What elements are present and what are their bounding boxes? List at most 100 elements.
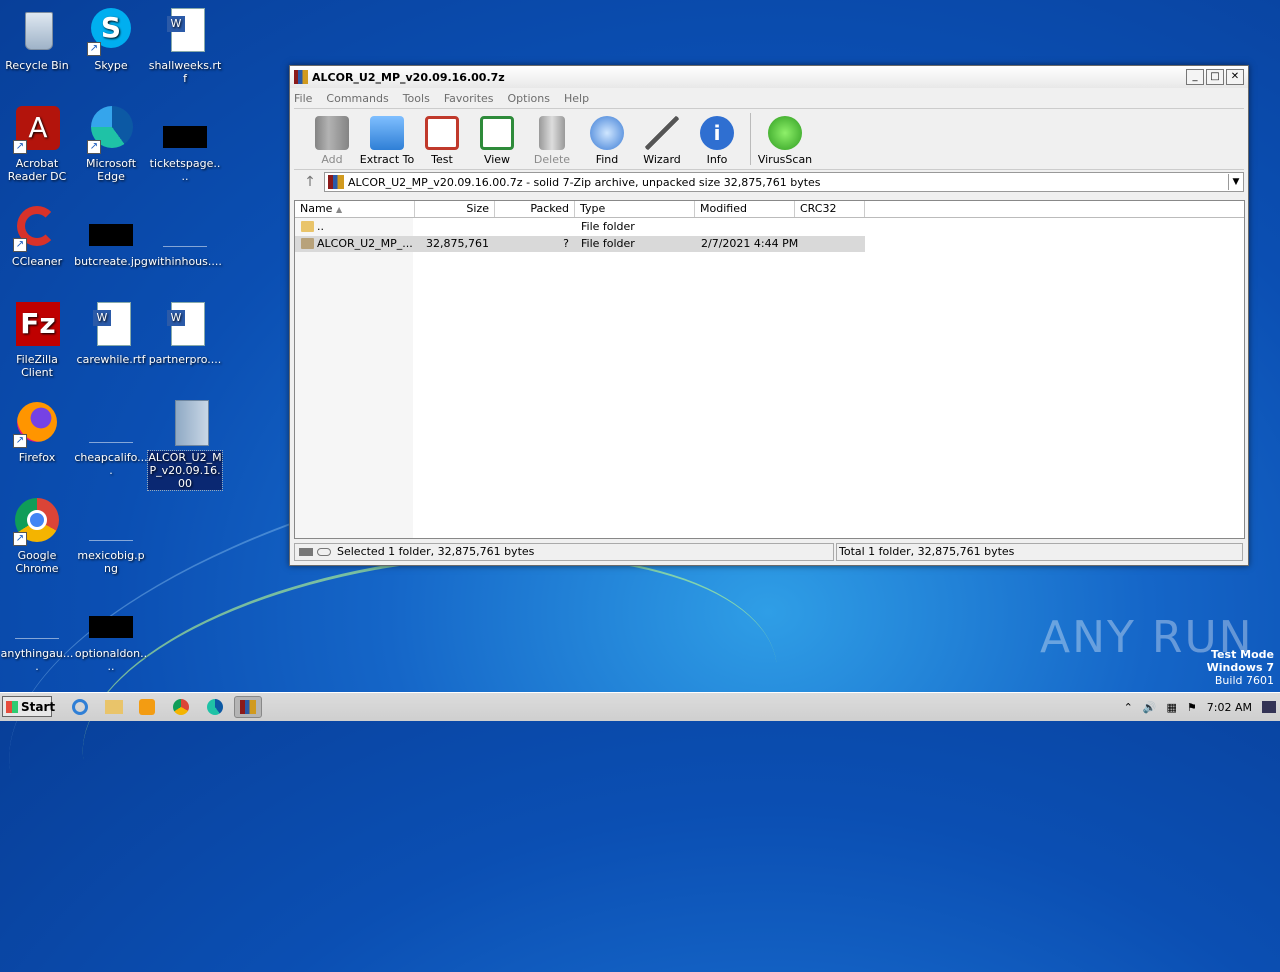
wizard-button[interactable]: Wizard bbox=[634, 116, 690, 169]
desktop-icon-ccleaner[interactable]: ↗ CCleaner bbox=[0, 204, 74, 268]
virusscan-icon bbox=[768, 116, 802, 150]
wizard-icon bbox=[645, 116, 679, 150]
drive-icon bbox=[299, 548, 313, 556]
desktop-icon-firefox[interactable]: ↗ Firefox bbox=[0, 400, 74, 464]
desktop-icon-carewhile[interactable]: W carewhile.rtf bbox=[74, 302, 148, 366]
winrar-icon bbox=[294, 70, 308, 84]
view-button[interactable]: View bbox=[469, 116, 525, 169]
test-mode-text: Test Mode Windows 7 Build 7601 bbox=[1206, 648, 1274, 687]
title-bar[interactable]: ALCOR_U2_MP_v20.09.16.00.7z _ □ ✕ bbox=[290, 66, 1248, 88]
menu-tools[interactable]: Tools bbox=[403, 92, 430, 105]
desktop-icon-mexicobig[interactable]: mexicobig.png bbox=[74, 498, 148, 575]
show-hidden-icons[interactable]: ⌃ bbox=[1124, 701, 1133, 714]
clock[interactable]: 7:02 AM bbox=[1207, 701, 1252, 714]
column-modified[interactable]: Modified bbox=[695, 201, 795, 217]
start-button[interactable]: Start bbox=[2, 696, 55, 717]
test-icon bbox=[425, 116, 459, 150]
column-type[interactable]: Type bbox=[575, 201, 695, 217]
media-player-taskbar-icon[interactable] bbox=[135, 696, 159, 718]
word-document-icon: W bbox=[161, 302, 209, 350]
status-total: Total 1 folder, 32,875,761 bytes bbox=[839, 545, 1015, 558]
word-document-icon: W bbox=[87, 302, 135, 350]
menu-file[interactable]: File bbox=[294, 92, 312, 105]
edge-icon: ↗ bbox=[87, 106, 135, 154]
extract-to-button[interactable]: Extract To bbox=[359, 116, 415, 169]
close-button[interactable]: ✕ bbox=[1226, 69, 1244, 85]
window-title: ALCOR_U2_MP_v20.09.16.00.7z bbox=[312, 70, 505, 84]
file-thumbnail-icon bbox=[13, 596, 61, 644]
key-icon bbox=[317, 548, 331, 556]
extract-icon bbox=[370, 116, 404, 150]
column-header-row: Name ▲ Size Packed Type Modified CRC32 bbox=[295, 201, 1244, 218]
image-thumbnail-icon bbox=[161, 106, 209, 154]
address-row: ↑ ALCOR_U2_MP_v20.09.16.00.7z - solid 7-… bbox=[290, 170, 1248, 194]
desktop-icon-ticketspage[interactable]: ticketspage.... bbox=[148, 106, 222, 183]
show-desktop-button[interactable] bbox=[1262, 701, 1276, 713]
file-thumbnail-icon bbox=[87, 498, 135, 546]
desktop-icon-anythingau[interactable]: anythingau.... bbox=[0, 596, 74, 673]
status-selected: Selected 1 folder, 32,875,761 bytes bbox=[337, 545, 535, 558]
minimize-button[interactable]: _ bbox=[1186, 69, 1204, 85]
acrobat-icon: A ↗ bbox=[13, 106, 61, 154]
recycle-bin-icon bbox=[13, 8, 61, 56]
menu-favorites[interactable]: Favorites bbox=[444, 92, 494, 105]
network-icon[interactable]: ▦ bbox=[1167, 701, 1177, 714]
desktop-icon-cheapcalifo[interactable]: cheapcalifo.... bbox=[74, 400, 148, 477]
toolbar-separator bbox=[750, 113, 751, 165]
file-thumbnail-icon bbox=[161, 204, 209, 252]
winrar-taskbar-icon[interactable] bbox=[234, 696, 262, 718]
desktop-icon-alcor-folder[interactable]: ALCOR_U2_MP_v20.09.16.00 bbox=[147, 400, 223, 491]
explorer-taskbar-icon[interactable] bbox=[102, 696, 126, 718]
find-button[interactable]: Find bbox=[579, 116, 635, 169]
edge-taskbar-icon[interactable] bbox=[203, 696, 227, 718]
menu-help[interactable]: Help bbox=[564, 92, 589, 105]
desktop-icon-recycle-bin[interactable]: Recycle Bin bbox=[0, 8, 74, 72]
chevron-down-icon[interactable]: ▼ bbox=[1228, 174, 1243, 190]
test-button[interactable]: Test bbox=[414, 116, 470, 169]
desktop-icon-partnerpro[interactable]: W partnerpro.... bbox=[148, 302, 222, 366]
desktop-icon-shallweeks[interactable]: W shallweeks.rtf bbox=[148, 8, 222, 85]
maximize-button[interactable]: □ bbox=[1206, 69, 1224, 85]
column-packed[interactable]: Packed bbox=[495, 201, 575, 217]
menu-options[interactable]: Options bbox=[508, 92, 550, 105]
desktop-icon-butcreate[interactable]: butcreate.jpg bbox=[74, 204, 148, 268]
desktop-icon-optionaldon[interactable]: optionaldon.... bbox=[74, 596, 148, 673]
info-icon: i bbox=[700, 116, 734, 150]
image-thumbnail-icon bbox=[87, 204, 135, 252]
skype-icon: S ↗ bbox=[87, 8, 135, 56]
chrome-taskbar-icon[interactable] bbox=[169, 696, 193, 718]
view-icon bbox=[480, 116, 514, 150]
status-bar: Selected 1 folder, 32,875,761 bytes Tota… bbox=[294, 543, 1243, 561]
desktop-icon-chrome[interactable]: ↗ Google Chrome bbox=[0, 498, 74, 575]
column-name[interactable]: Name ▲ bbox=[295, 201, 415, 217]
desktop-icon-acrobat[interactable]: A ↗ Acrobat Reader DC bbox=[0, 106, 74, 183]
table-row[interactable]: ALCOR_U2_MP_... 32,875,761 ? File folder… bbox=[295, 236, 865, 252]
column-size[interactable]: Size bbox=[415, 201, 495, 217]
ie-taskbar-icon[interactable] bbox=[68, 696, 92, 718]
address-bar[interactable]: ALCOR_U2_MP_v20.09.16.00.7z - solid 7-Zi… bbox=[324, 172, 1244, 192]
archive-icon bbox=[328, 175, 344, 189]
table-row[interactable]: .. File folder bbox=[295, 219, 865, 235]
firefox-icon: ↗ bbox=[13, 400, 61, 448]
virusscan-button[interactable]: VirusScan bbox=[757, 116, 813, 169]
desktop-icon-edge[interactable]: ↗ Microsoft Edge bbox=[74, 106, 148, 183]
taskbar: Start ⌃ 🔊 ▦ ⚑ 7:02 AM bbox=[0, 692, 1280, 721]
add-button[interactable]: Add bbox=[304, 116, 360, 169]
desktop-icon-skype[interactable]: S ↗ Skype bbox=[74, 8, 148, 72]
word-document-icon: W bbox=[161, 8, 209, 56]
delete-button[interactable]: Delete bbox=[524, 116, 580, 169]
up-arrow-icon[interactable]: ↑ bbox=[296, 174, 324, 190]
volume-icon[interactable]: 🔊 bbox=[1143, 701, 1157, 714]
info-button[interactable]: i Info bbox=[689, 116, 745, 169]
desktop-icon-filezilla[interactable]: Fz FileZilla Client bbox=[0, 302, 74, 379]
action-center-flag-icon[interactable]: ⚑ bbox=[1187, 701, 1197, 714]
desktop-icon-withinhous[interactable]: withinhous.... bbox=[148, 204, 222, 268]
menu-commands[interactable]: Commands bbox=[326, 92, 388, 105]
chrome-icon: ↗ bbox=[13, 498, 61, 546]
image-thumbnail-icon bbox=[87, 596, 135, 644]
address-text: ALCOR_U2_MP_v20.09.16.00.7z - solid 7-Zi… bbox=[348, 175, 821, 189]
winrar-window[interactable]: ALCOR_U2_MP_v20.09.16.00.7z _ □ ✕ File C… bbox=[289, 65, 1249, 566]
file-list[interactable]: Name ▲ Size Packed Type Modified CRC32 .… bbox=[294, 200, 1245, 539]
system-tray: ⌃ 🔊 ▦ ⚑ 7:02 AM bbox=[1124, 693, 1280, 721]
column-crc32[interactable]: CRC32 bbox=[795, 201, 865, 217]
